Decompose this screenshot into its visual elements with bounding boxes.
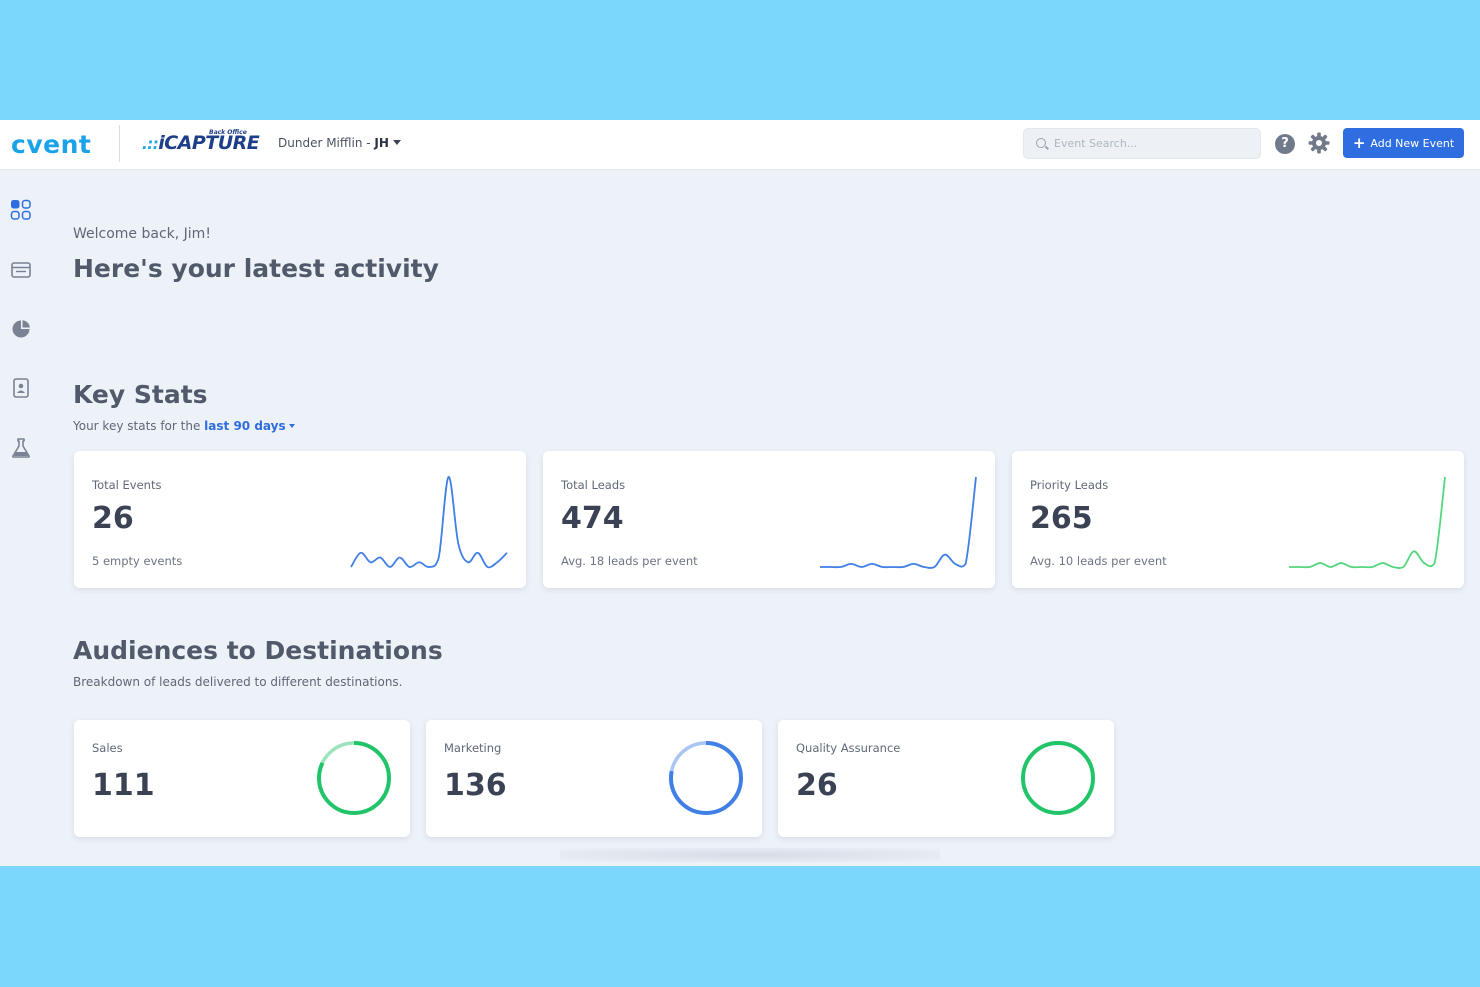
flask-icon[interactable] [10, 437, 32, 459]
welcome-message: Welcome back, Jim! [73, 226, 211, 242]
side-nav [0, 170, 42, 866]
logo-tagline: Back Office [209, 129, 247, 136]
stat-value: 265 [1030, 501, 1093, 536]
stat-card-priority-leads[interactable]: Priority Leads 265 Avg. 10 leads per eve… [1012, 451, 1464, 588]
top-bar: cvent .::iCAPTURE Back Office Dunder Mif… [0, 120, 1480, 170]
audience-value: 111 [92, 768, 155, 803]
org-switcher[interactable]: Dunder Mifflin - JH [278, 136, 401, 150]
chevron-down-icon [392, 140, 401, 145]
stat-label: Total Leads [561, 478, 626, 492]
audience-value: 26 [796, 768, 838, 803]
audience-label: Sales [92, 741, 123, 755]
audience-label: Marketing [444, 741, 502, 755]
sparkline-total-leads [819, 476, 977, 569]
sparkline-priority-leads [1288, 476, 1446, 569]
sparkline-total-events [350, 476, 508, 569]
audience-ring-marketing [669, 741, 743, 815]
help-icon[interactable]: ? [1275, 134, 1295, 154]
audience-ring-sales [317, 741, 391, 815]
header-divider [119, 125, 120, 162]
event-search[interactable] [1023, 128, 1261, 159]
stat-note: 5 empty events [92, 554, 183, 568]
stat-note: Avg. 18 leads per event [561, 554, 698, 568]
stat-label: Priority Leads [1030, 478, 1109, 492]
cvent-logo-text: cvent [11, 130, 92, 159]
org-separator: - [362, 136, 375, 150]
event-search-input[interactable] [1054, 129, 1254, 158]
gear-icon[interactable] [1307, 131, 1331, 155]
add-new-event-button[interactable]: + Add New Event [1343, 128, 1464, 158]
user-initials: JH [374, 136, 389, 150]
audience-card-sales[interactable]: Sales 111 [74, 720, 410, 837]
contact-card-icon[interactable] [10, 377, 32, 399]
plus-icon: + [1352, 134, 1366, 152]
key-stats-subtitle: Your key stats for the last 90 days [73, 419, 295, 433]
logo-dots-icon: .:: [142, 135, 159, 153]
key-stats-title: Key Stats [73, 380, 208, 409]
chevron-down-icon [288, 424, 295, 428]
stat-card-total-leads[interactable]: Total Leads 474 Avg. 18 leads per event [543, 451, 995, 588]
audience-card-quality-assurance[interactable]: Quality Assurance 26 [778, 720, 1114, 837]
stat-label: Total Events [92, 478, 162, 492]
stat-card-total-events[interactable]: Total Events 26 5 empty events [74, 451, 526, 588]
scroll-shadow [560, 848, 940, 862]
search-icon [1036, 138, 1046, 148]
sparkline-series [350, 476, 508, 569]
audiences-title: Audiences to Destinations [73, 636, 443, 665]
audience-card-marketing[interactable]: Marketing 136 [426, 720, 762, 837]
audience-value: 136 [444, 768, 507, 803]
key-stats-subtitle-text: Your key stats for the [73, 419, 201, 433]
org-name: Dunder Mifflin [278, 136, 363, 150]
sparkline-series [1288, 476, 1446, 569]
audiences-subtitle: Breakdown of leads delivered to differen… [73, 675, 403, 689]
sparkline-series [819, 476, 977, 569]
add-new-event-label: Add New Event [1370, 137, 1455, 150]
stat-value: 26 [92, 501, 134, 536]
audience-label: Quality Assurance [796, 741, 901, 755]
stat-value: 474 [561, 501, 624, 536]
calendar-icon[interactable] [10, 259, 32, 281]
cvent-logo[interactable]: cvent [11, 130, 91, 159]
page-title: Here's your latest activity [73, 254, 439, 283]
ring-fill [1021, 741, 1095, 815]
dashboard-icon[interactable] [10, 199, 32, 221]
stat-note: Avg. 10 leads per event [1030, 554, 1167, 568]
audience-ring-quality-assurance [1021, 741, 1095, 815]
date-range-dropdown[interactable]: last 90 days [204, 419, 295, 433]
date-range-label: last 90 days [204, 419, 286, 433]
app-window: cvent .::iCAPTURE Back Office Dunder Mif… [0, 120, 1480, 866]
pie-chart-icon[interactable] [10, 318, 32, 340]
